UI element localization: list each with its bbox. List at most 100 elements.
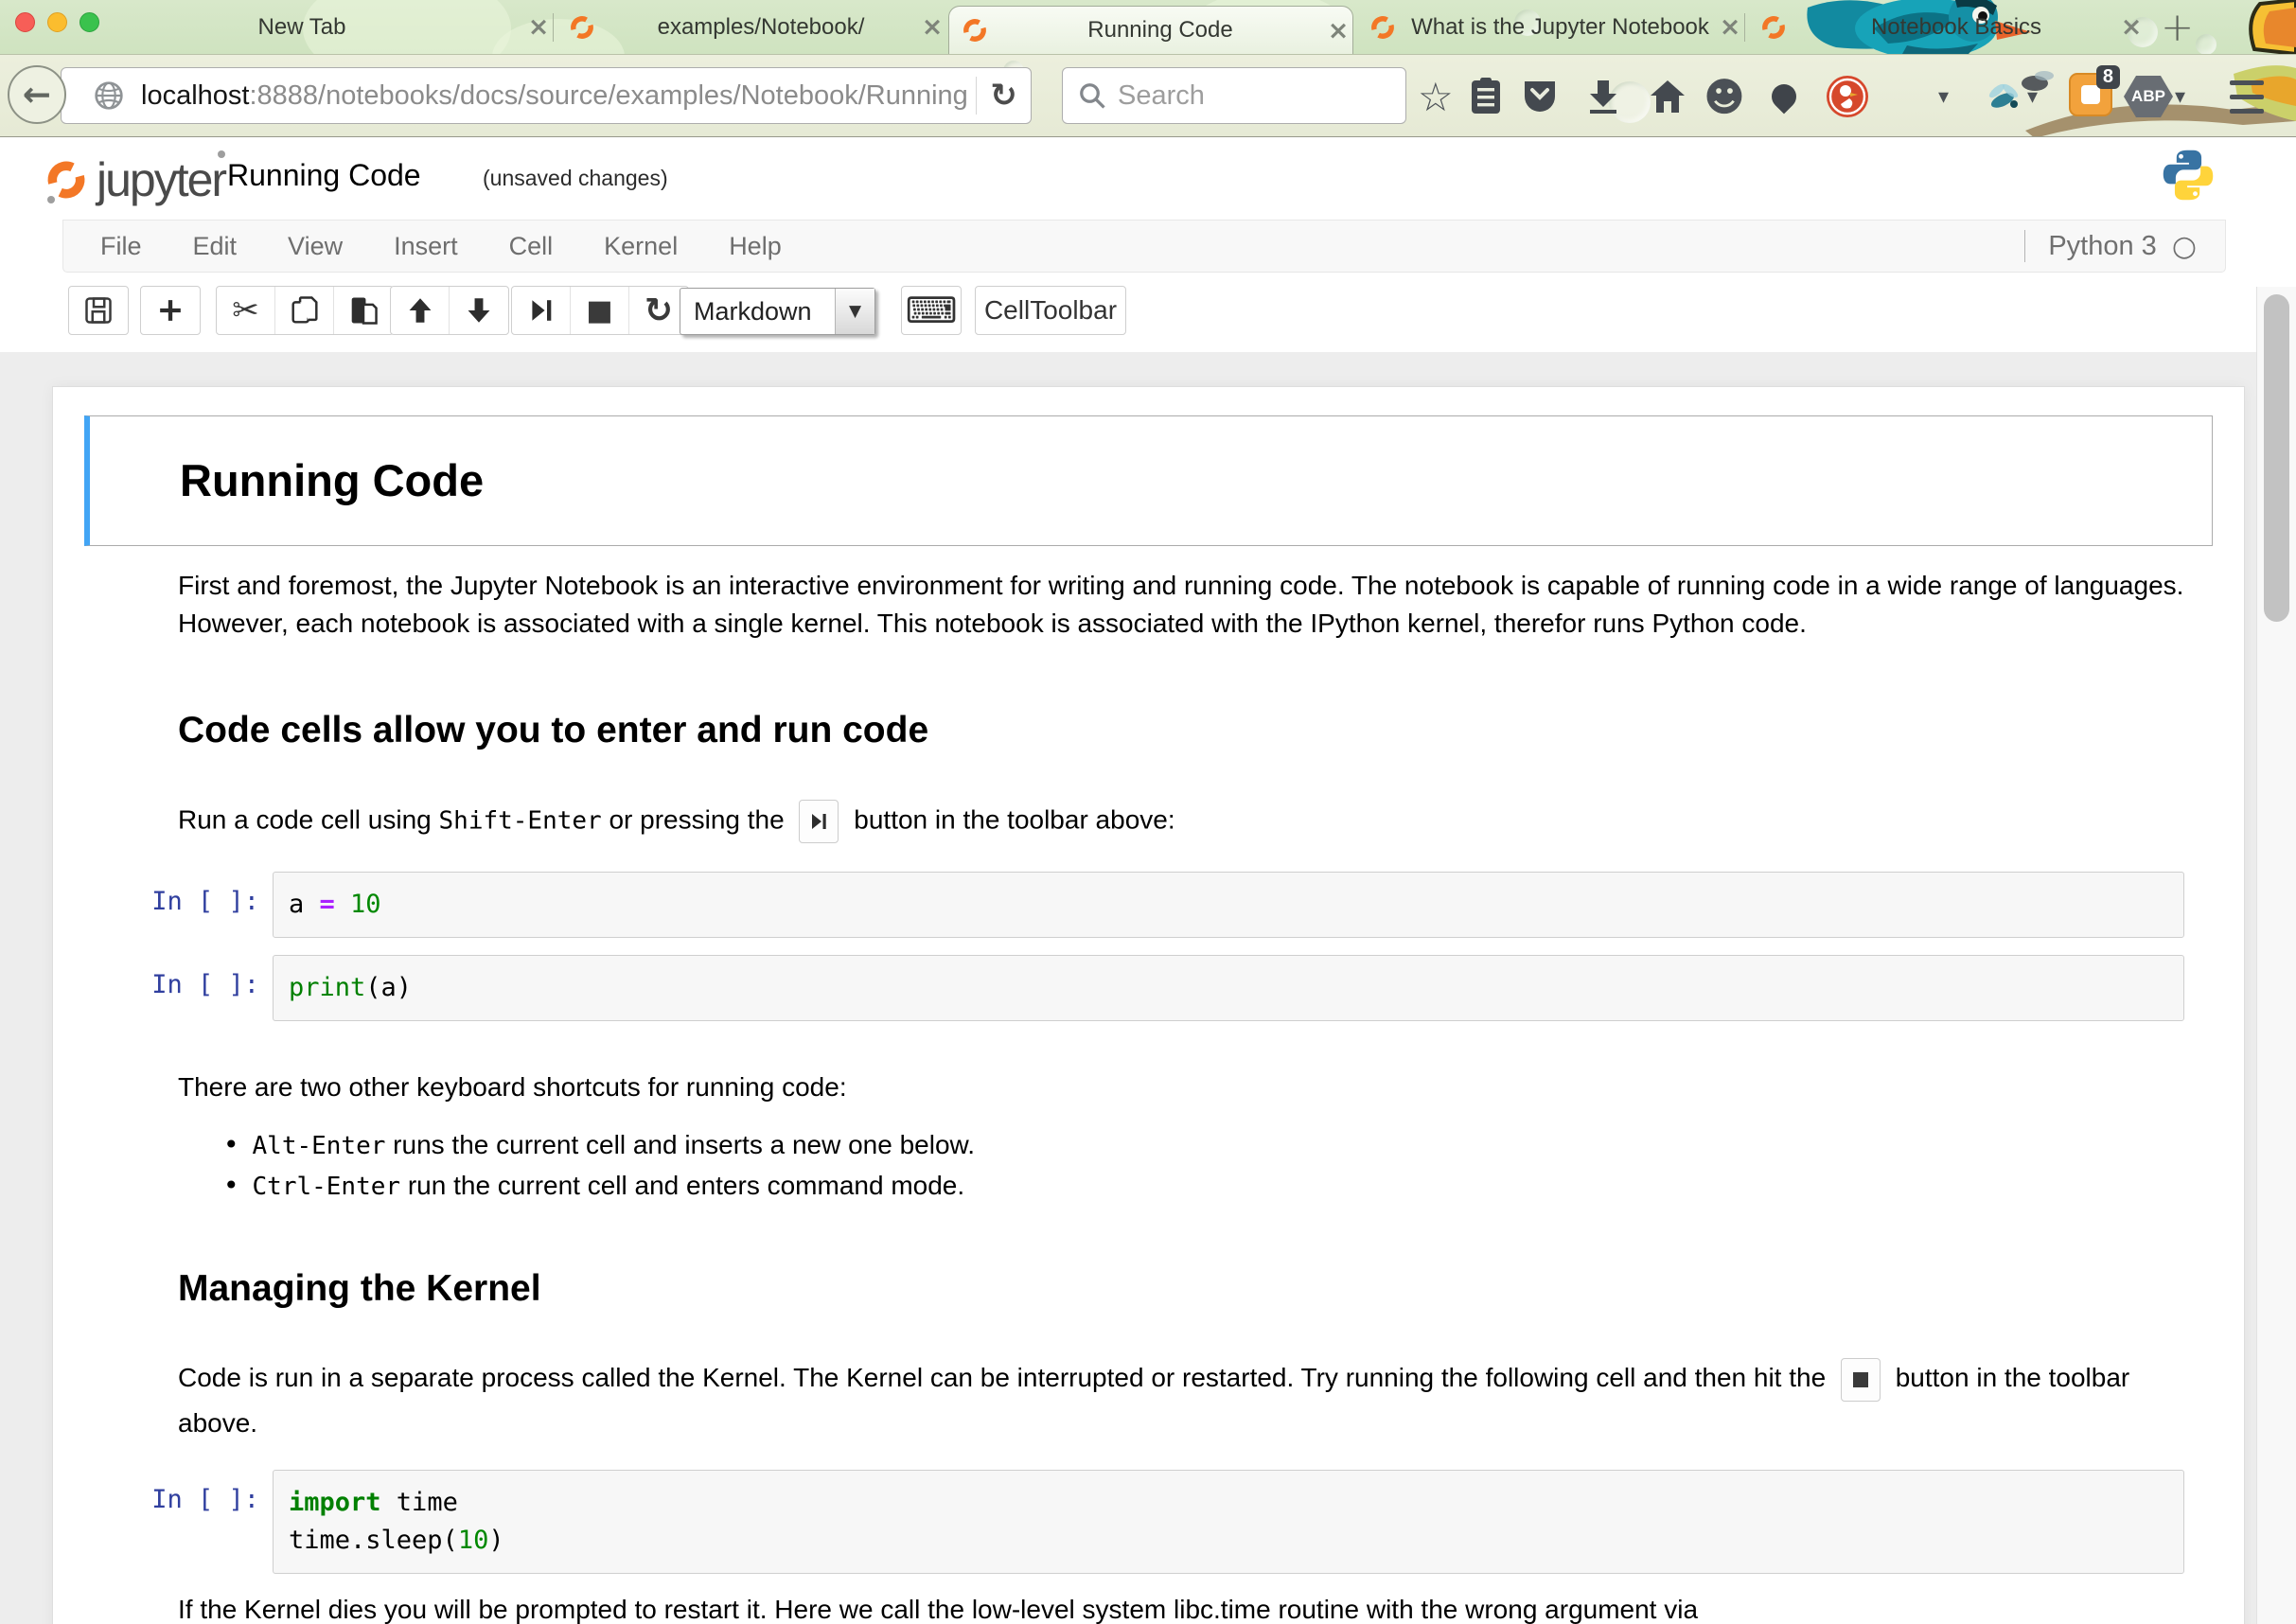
tab-running-code[interactable]: Running Code ×	[948, 6, 1353, 54]
window-minimize-button[interactable]	[47, 12, 67, 32]
window-close-button[interactable]	[15, 12, 35, 32]
menu-cell[interactable]: Cell	[484, 232, 579, 261]
menu-help[interactable]: Help	[703, 232, 807, 261]
search-bar[interactable]	[1062, 67, 1406, 124]
heading-managing-kernel[interactable]: Managing the Kernel	[178, 1267, 2206, 1311]
menu-view[interactable]: View	[262, 232, 368, 261]
celltoolbar-button[interactable]: CellToolbar	[975, 286, 1126, 335]
url-host: localhost	[141, 80, 249, 111]
back-button[interactable]: ←	[8, 65, 66, 124]
tab-close-icon[interactable]: ×	[1716, 12, 1744, 42]
text: Code is run in a separate process called…	[178, 1363, 1833, 1392]
move-cell-up-button[interactable]	[391, 287, 450, 334]
menu-insert[interactable]: Insert	[368, 232, 484, 261]
move-cell-down-button[interactable]	[450, 287, 508, 334]
reading-list-icon[interactable]	[1469, 74, 1503, 119]
adblock-plus-icon[interactable]: ABP	[2124, 74, 2173, 119]
jupyter-logo[interactable]: jupyter	[45, 152, 225, 207]
selected-markdown-cell[interactable]: Running Code	[84, 415, 2213, 546]
code-input[interactable]: a = 10	[273, 872, 2184, 938]
tab-title: Running Code	[997, 17, 1324, 44]
tab-close-icon[interactable]: ×	[918, 12, 946, 42]
duckduckgo-icon[interactable]	[1825, 74, 1870, 119]
vertical-scrollbar[interactable]	[2256, 287, 2296, 1624]
tab-new-tab[interactable]: New Tab ×	[79, 0, 553, 54]
list-item: •Ctrl-Enter run the current cell and ent…	[223, 1166, 2206, 1207]
code-input[interactable]: print(a)	[273, 955, 2184, 1021]
add-cell-button[interactable]	[141, 287, 200, 334]
cut-cell-button[interactable]: ✂	[217, 287, 275, 334]
shortcuts-paragraph[interactable]: There are two other keyboard shortcuts f…	[178, 1068, 2206, 1106]
notebook-title[interactable]: Running Code	[227, 158, 421, 193]
interrupt-kernel-button[interactable]: ■	[571, 287, 629, 334]
download-icon[interactable]	[1586, 74, 1620, 119]
inline-run-button-icon	[799, 800, 839, 843]
jupyter-favicon	[1761, 15, 1786, 40]
feedback-smiley-icon[interactable]: ☻	[1704, 74, 1745, 119]
tab-close-icon[interactable]: ×	[2117, 12, 2146, 42]
run-group: ■ ↻	[511, 286, 689, 335]
edit-group: ✂	[216, 286, 394, 335]
theme-bubble	[2196, 34, 2217, 54]
url-path: :8888/notebooks/docs/source/examples/Not…	[249, 80, 976, 111]
jupyter-header: jupyter Running Code (unsaved changes)	[0, 137, 2296, 220]
run-cell-paragraph[interactable]: Run a code cell using Shift-Enter or pre…	[178, 800, 2206, 843]
kernel-idle-icon: ○	[2172, 230, 2197, 263]
abp-label: ABP	[2124, 76, 2173, 117]
menu-file[interactable]: File	[75, 232, 168, 261]
search-input[interactable]	[1118, 80, 1354, 112]
notebook-menubar: File Edit View Insert Cell Kernel Help P…	[62, 220, 2226, 273]
cell-type-select[interactable]: Markdown ▼	[680, 288, 875, 335]
clipped-paragraph[interactable]: If the Kernel dies you will be prompted …	[178, 1591, 2206, 1624]
inline-code-ctrl-enter: Ctrl-Enter	[253, 1173, 401, 1201]
window-zoom-button[interactable]	[79, 12, 99, 32]
scrollbar-thumb[interactable]	[2264, 294, 2289, 622]
pocket-icon[interactable]	[1522, 74, 1558, 119]
checkpoint-status: (unsaved changes)	[483, 166, 668, 191]
reload-button[interactable]: ↻	[976, 77, 1031, 115]
tab-what-is-jupyter[interactable]: What is the Jupyter Notebook ×	[1357, 0, 1744, 54]
new-tab-button[interactable]: +	[2161, 4, 2194, 50]
tab-notebook-basics[interactable]: Notebook Basics ×	[1748, 0, 2146, 54]
paste-cell-button[interactable]	[334, 287, 393, 334]
dropdown-caret-icon[interactable]: ▾	[1938, 74, 1949, 119]
tab-title: examples/Notebook/	[604, 14, 918, 41]
copy-cell-button[interactable]	[275, 287, 334, 334]
tab-close-icon[interactable]: ×	[1324, 16, 1352, 45]
bullet-icon: •	[223, 1129, 239, 1160]
inline-code-shift-enter: Shift-Enter	[439, 806, 602, 835]
tab-strip: New Tab × examples/Notebook/ × Running C…	[0, 0, 2296, 54]
tab-close-icon[interactable]: ×	[524, 12, 553, 42]
dropdown-caret-icon[interactable]: ▾	[2175, 74, 2185, 119]
intro-paragraph[interactable]: First and foremost, the Jupyter Notebook…	[178, 567, 2206, 643]
menu-edit[interactable]: Edit	[168, 232, 263, 261]
jupyter-logo-text: jupyter	[97, 152, 225, 207]
forget-icon[interactable]	[1772, 74, 1796, 119]
home-icon[interactable]	[1649, 74, 1687, 119]
tab-title: What is the Jupyter Notebook	[1404, 14, 1716, 41]
menu-hamburger-icon[interactable]	[2230, 74, 2264, 119]
tab-examples-notebook[interactable]: examples/Notebook/ ×	[556, 0, 946, 54]
url-text[interactable]: localhost:8888/notebooks/docs/source/exa…	[141, 80, 976, 112]
heading-code-cells[interactable]: Code cells allow you to enter and run co…	[178, 709, 2206, 752]
bookmark-star-icon[interactable]: ☆	[1418, 74, 1454, 119]
screenshot-addon-icon[interactable]: 8	[2069, 72, 2112, 117]
notebook-container: Running Code First and foremost, the Jup…	[52, 386, 2245, 1624]
kernel-paragraph[interactable]: Code is run in a separate process called…	[178, 1356, 2206, 1445]
menu-kernel[interactable]: Kernel	[578, 232, 703, 261]
input-prompt: In [ ]:	[84, 872, 273, 916]
text: runs the current cell and inserts a new …	[385, 1130, 975, 1159]
code-cell[interactable]: In [ ]: a = 10	[84, 872, 2184, 938]
dropdown-caret-icon[interactable]: ▾	[2027, 74, 2038, 119]
command-palette-button[interactable]: ⌨	[901, 286, 962, 335]
code-cell[interactable]: In [ ]: print(a)	[84, 955, 2184, 1021]
move-group	[390, 286, 509, 335]
save-button[interactable]	[69, 287, 128, 334]
code-input[interactable]: import timetime.sleep(10)	[273, 1470, 2184, 1574]
addon-badge: 8	[2096, 65, 2120, 89]
extension-dragonfly-icon[interactable]	[1984, 74, 2025, 119]
run-cell-button[interactable]	[512, 287, 571, 334]
jupyter-favicon	[963, 18, 987, 43]
url-bar[interactable]: localhost:8888/notebooks/docs/source/exa…	[61, 67, 1032, 124]
code-cell[interactable]: In [ ]: import timetime.sleep(10)	[84, 1470, 2184, 1574]
